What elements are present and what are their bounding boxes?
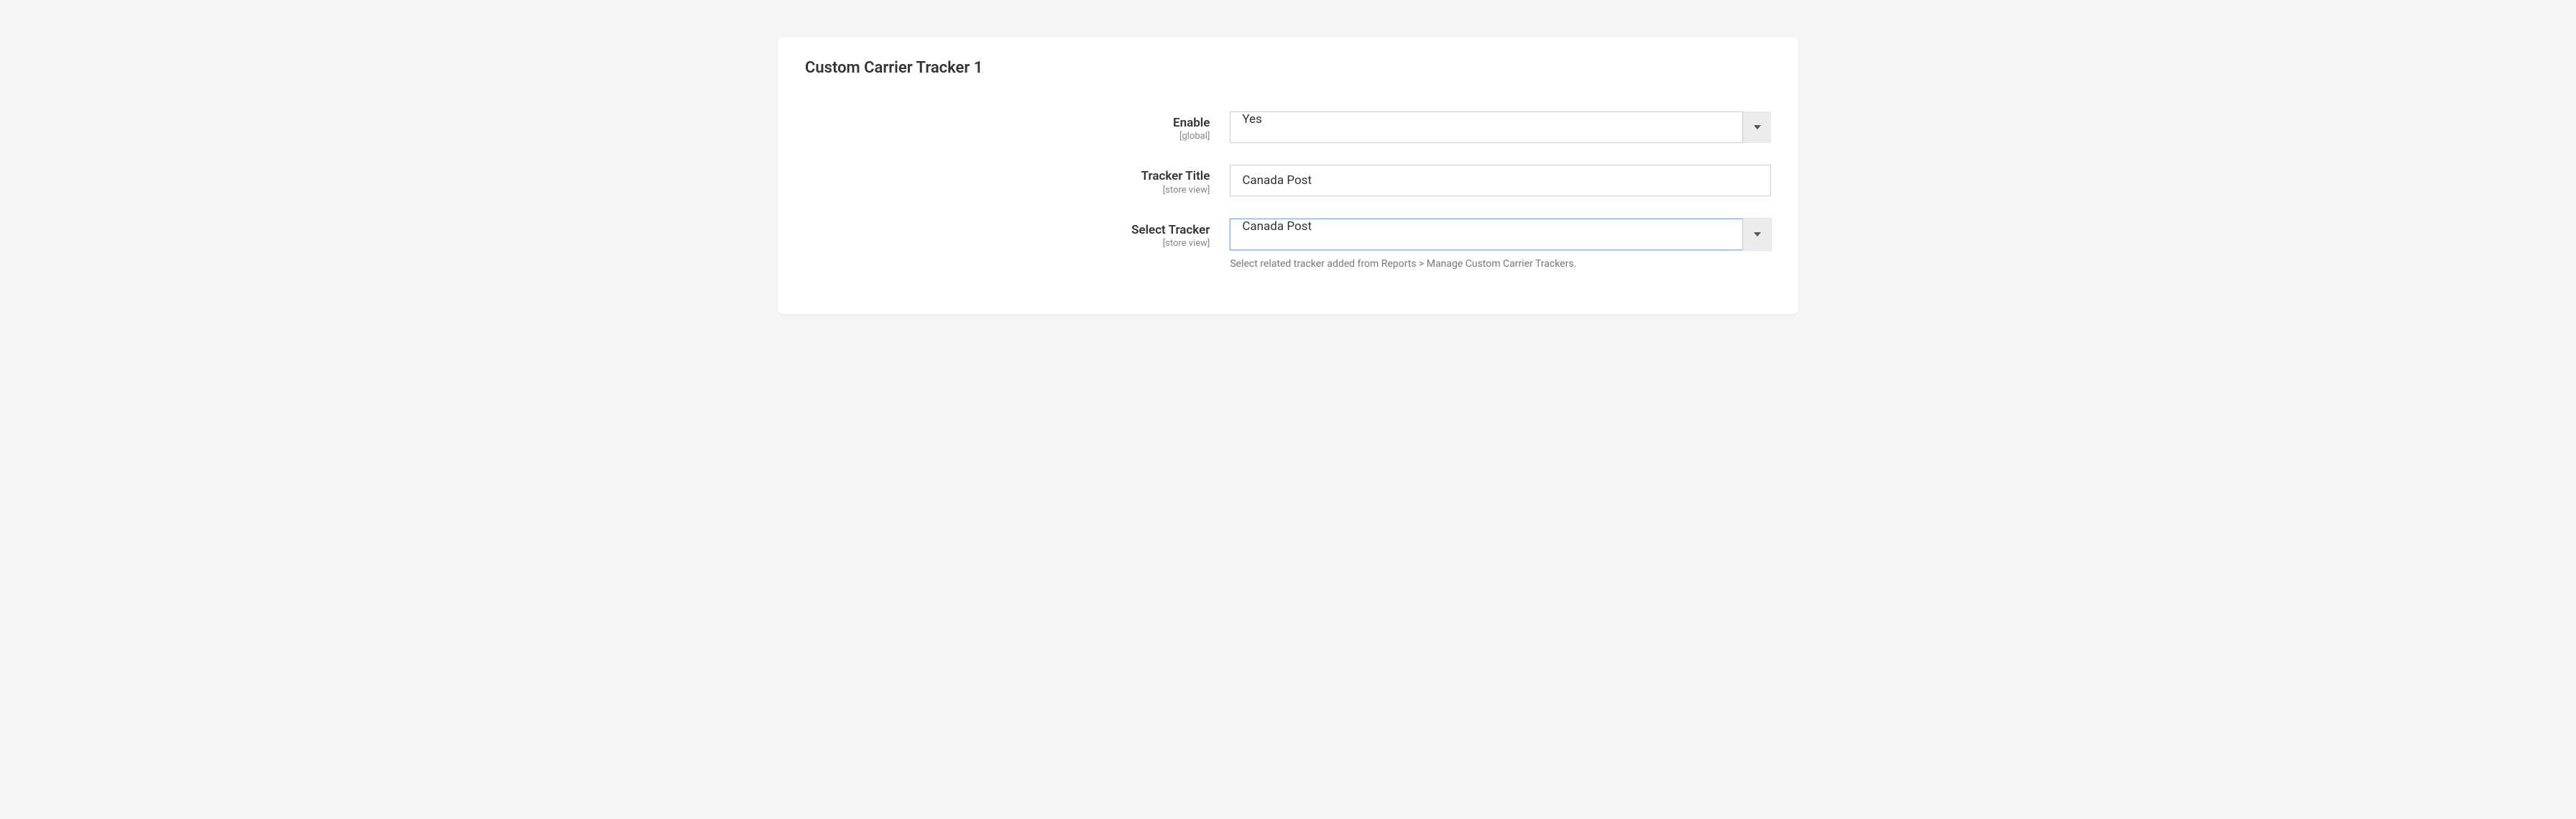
config-panel: Custom Carrier Tracker 1 Enable [global]… [778,37,1798,314]
select-tracker-control: Canada Post [1230,219,1771,250]
enable-label: Enable [805,116,1210,130]
label-col: Tracker Title [store view] [805,165,1230,196]
input-col: Canada Post Select related tracker added… [1230,219,1771,272]
enable-select[interactable]: Yes [1230,111,1771,143]
enable-control: Yes [1230,111,1771,143]
input-col: Yes [1230,111,1771,143]
label-col: Enable [global] [805,111,1230,143]
form-row-tracker-title: Tracker Title [store view] [805,165,1771,196]
tracker-title-input[interactable] [1230,165,1771,196]
tracker-title-label: Tracker Title [805,169,1210,183]
label-col: Select Tracker [store view] [805,219,1230,250]
enable-scope: [global] [805,131,1210,143]
tracker-title-scope: [store view] [805,185,1210,197]
select-tracker-help: Select related tracker added from Report… [1230,257,1771,272]
select-tracker-scope: [store view] [805,238,1210,250]
form-row-select-tracker: Select Tracker [store view] Canada Post … [805,219,1771,272]
select-tracker-label: Select Tracker [805,223,1210,237]
panel-title: Custom Carrier Tracker 1 [805,59,1771,77]
form-row-enable: Enable [global] Yes [805,111,1771,143]
input-col [1230,165,1771,196]
select-tracker-select[interactable]: Canada Post [1230,219,1771,250]
